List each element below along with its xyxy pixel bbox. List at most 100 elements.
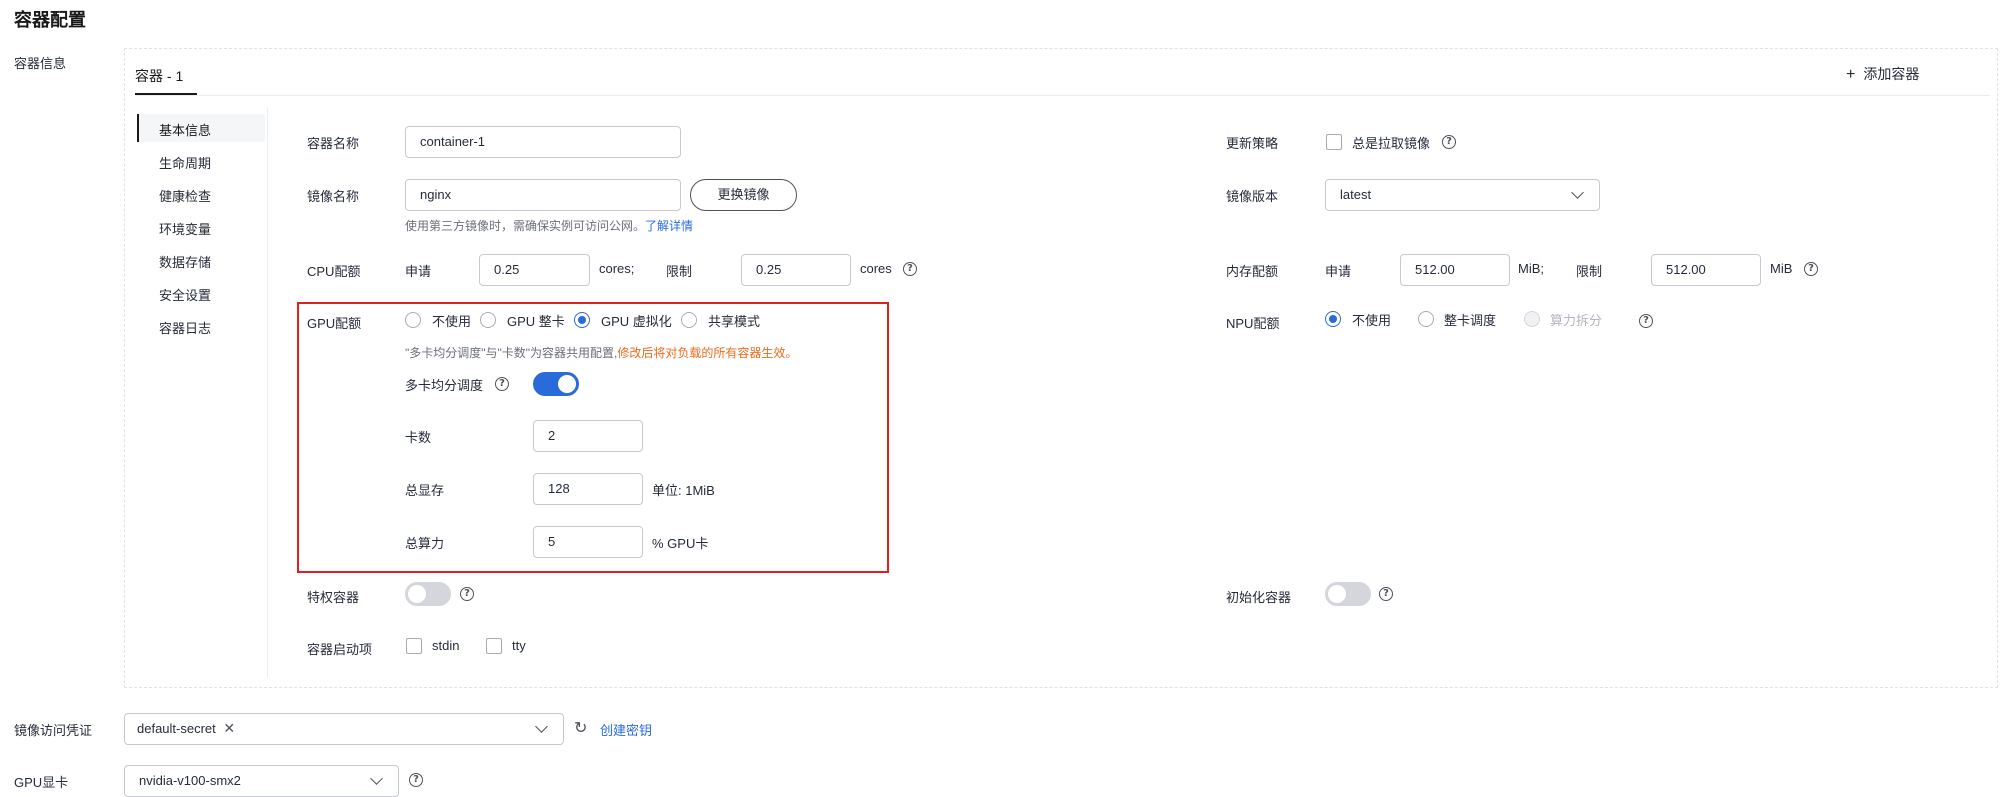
init-container-help-icon[interactable]: ? (1379, 587, 1393, 601)
cpu-limit-unit: cores (860, 261, 892, 276)
init-container-switch[interactable] (1325, 582, 1371, 606)
switch-knob (558, 375, 576, 393)
init-container-label: 初始化容器 (1226, 590, 1292, 605)
npu-option-compute-split: 算力拆分 (1550, 313, 1603, 328)
registry-secret-label: 镜像访问凭证 (14, 723, 93, 738)
gpu-radio-shared[interactable] (681, 312, 697, 328)
memory-limit-label: 限制 (1576, 264, 1603, 279)
gpu-radio-none[interactable] (405, 312, 421, 328)
switch-knob (408, 585, 426, 603)
gpu-note: "多卡均分调度"与"卡数"为容器共用配置,修改后将对负载的所有容器生效。 (405, 344, 797, 361)
always-pull-label: 总是拉取镜像 (1352, 136, 1431, 151)
secret-tag-label: default-secret (137, 721, 216, 736)
update-policy-label: 更新策略 (1226, 136, 1279, 151)
npu-radio-full-card[interactable] (1418, 311, 1434, 327)
memory-request-unit: MiB; (1518, 261, 1544, 276)
nav-item-env-vars[interactable]: 环境变量 (159, 219, 211, 238)
npu-option-none: 不使用 (1352, 313, 1392, 328)
memory-request-label: 申请 (1325, 264, 1352, 279)
image-hint-text: 使用第三方镜像时，需确保实例可访问公网。 (405, 219, 646, 233)
stdin-checkbox[interactable] (406, 638, 422, 654)
gpu-option-full-card: GPU 整卡 (507, 314, 565, 329)
cpu-quota-label: CPU配额 (307, 264, 361, 279)
memory-limit-input[interactable]: 512.00 (1651, 254, 1761, 286)
container-info-label: 容器信息 (14, 56, 67, 71)
container-name-input[interactable]: container-1 (405, 126, 681, 158)
gpu-radio-full-card[interactable] (480, 312, 496, 328)
privileged-label: 特权容器 (307, 590, 360, 605)
card-count-input[interactable]: 2 (533, 420, 643, 452)
create-secret-link[interactable]: 创建密钥 (600, 720, 652, 739)
image-name-label: 镜像名称 (307, 189, 360, 204)
npu-quota-label: NPU配额 (1226, 316, 1280, 331)
gpu-note-text: "多卡均分调度"与"卡数"为容器共用配置, (405, 346, 618, 360)
total-compute-unit: % GPU卡 (652, 536, 709, 551)
memory-limit-unit: MiB (1770, 261, 1793, 276)
startup-options-label: 容器启动项 (307, 642, 373, 657)
npu-radio-compute-split (1524, 311, 1540, 327)
plus-icon: + (1846, 66, 1856, 83)
npu-help-icon[interactable]: ? (1639, 314, 1653, 328)
nav-item-data-storage[interactable]: 数据存储 (159, 252, 211, 271)
gpu-note-warning: 修改后将对负载的所有容器生效。 (617, 346, 798, 360)
multi-card-switch[interactable] (533, 372, 579, 396)
page-title: 容器配置 (14, 10, 86, 30)
gpu-card-select[interactable]: nvidia-v100-smx2 (124, 765, 399, 797)
tab-container-1[interactable]: 容器 - 1 (135, 66, 183, 86)
add-container-button[interactable]: + 添加容器 (1846, 64, 1919, 84)
npu-option-full-card: 整卡调度 (1444, 313, 1497, 328)
cpu-request-label: 申请 (405, 264, 432, 279)
cpu-help-icon[interactable]: ? (903, 262, 917, 276)
tab-divider (135, 95, 1990, 96)
always-pull-checkbox[interactable] (1326, 134, 1342, 150)
update-policy-help-icon[interactable]: ? (1442, 135, 1456, 149)
cpu-request-unit: cores; (599, 261, 635, 276)
total-memory-input[interactable]: 128 (533, 473, 643, 505)
stdin-label: stdin (432, 638, 460, 653)
total-memory-label: 总显存 (405, 483, 445, 498)
tty-checkbox[interactable] (486, 638, 502, 654)
privileged-switch[interactable] (405, 582, 451, 606)
npu-radio-none[interactable] (1325, 311, 1341, 327)
nav-active-indicator (137, 114, 139, 142)
nav-item-basic-info[interactable]: 基本信息 (159, 120, 211, 139)
gpu-card-value: nvidia-v100-smx2 (139, 773, 241, 788)
secret-tag: default-secret ✕ (133, 717, 239, 740)
memory-request-input[interactable]: 512.00 (1400, 254, 1510, 286)
container-name-label: 容器名称 (307, 136, 360, 151)
registry-secret-select[interactable]: default-secret ✕ (124, 713, 564, 745)
tty-label: tty (512, 638, 526, 653)
cpu-request-input[interactable]: 0.25 (479, 254, 590, 286)
total-memory-unit: 单位: 1MiB (652, 483, 715, 498)
learn-more-link[interactable]: 了解详情 (645, 219, 693, 233)
image-hint: 使用第三方镜像时，需确保实例可访问公网。了解详情 (405, 217, 693, 234)
switch-knob (1328, 585, 1346, 603)
refresh-icon[interactable]: ↻ (574, 718, 587, 738)
privileged-help-icon[interactable]: ? (460, 587, 474, 601)
add-container-label: 添加容器 (1863, 66, 1920, 82)
gpu-card-help-icon[interactable]: ? (409, 773, 423, 787)
memory-help-icon[interactable]: ? (1804, 262, 1818, 276)
gpu-quota-label: GPU配额 (307, 316, 362, 331)
gpu-option-shared: 共享模式 (708, 314, 761, 329)
cpu-limit-label: 限制 (666, 264, 693, 279)
total-compute-input[interactable]: 5 (533, 526, 643, 558)
nav-item-health-check[interactable]: 健康检查 (159, 186, 211, 205)
change-image-button[interactable]: 更换镜像 (690, 179, 797, 211)
nav-item-lifecycle[interactable]: 生命周期 (159, 153, 211, 172)
card-count-label: 卡数 (405, 430, 432, 445)
gpu-card-label: GPU显卡 (14, 775, 69, 790)
total-compute-label: 总算力 (405, 536, 445, 551)
nav-item-container-logs[interactable]: 容器日志 (159, 318, 211, 337)
multi-card-label: 多卡均分调度 (405, 378, 484, 393)
multi-card-help-icon[interactable]: ? (495, 377, 509, 391)
close-icon[interactable]: ✕ (223, 720, 235, 736)
nav-item-security[interactable]: 安全设置 (159, 285, 211, 304)
image-name-input[interactable]: nginx (405, 179, 681, 211)
image-version-label: 镜像版本 (1226, 189, 1279, 204)
image-version-select[interactable]: latest (1325, 179, 1600, 211)
memory-quota-label: 内存配额 (1226, 264, 1279, 279)
cpu-limit-input[interactable]: 0.25 (741, 254, 851, 286)
tab-container-1-label: 容器 - 1 (135, 68, 184, 84)
gpu-radio-virtualization[interactable] (574, 312, 590, 328)
